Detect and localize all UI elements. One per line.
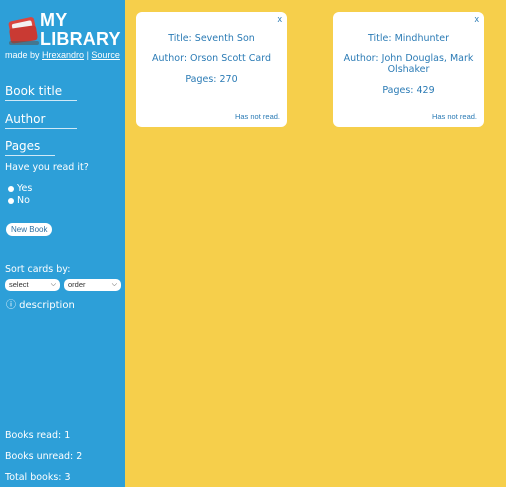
books-unread-count: Books unread: 2	[5, 451, 83, 462]
new-book-button[interactable]: New Book	[6, 223, 53, 236]
sort-order-select[interactable]: order ⌵	[64, 279, 121, 291]
pages-placeholder: Pages	[5, 139, 41, 153]
card-title: Title: Mindhunter	[367, 33, 449, 44]
book-title-underline	[5, 100, 77, 101]
read-status-toggle[interactable]: Has not read.	[235, 112, 280, 121]
close-icon[interactable]: x	[278, 14, 283, 24]
description-link[interactable]: ⓘ description	[6, 296, 75, 311]
author-link[interactable]: Hrexandro	[42, 50, 84, 60]
sort-label: Sort cards by:	[5, 264, 71, 275]
card-author: Author: Orson Scott Card	[152, 53, 271, 64]
total-books-count: Total books: 3	[5, 472, 71, 483]
book-card: x Title: Mindhunter Author: John Douglas…	[333, 12, 484, 127]
sort-order-value: order	[68, 280, 86, 289]
author-underline	[5, 128, 77, 129]
book-card: x Title: Seventh Son Author: Orson Scott…	[136, 12, 287, 127]
sidebar: MY LIBRARY made by Hrexandro | Source Bo…	[0, 0, 125, 487]
author-input[interactable]: Author	[5, 112, 77, 129]
author-placeholder: Author	[5, 112, 46, 126]
read-status-toggle[interactable]: Has not read.	[432, 112, 477, 121]
book-icon	[8, 17, 39, 45]
books-read-count: Books read: 1	[5, 430, 71, 441]
card-pages: Pages: 429	[382, 85, 435, 96]
card-author-line1: Author: John Douglas, Mark	[343, 53, 474, 64]
app-title-line1: MY	[40, 10, 68, 30]
book-title-placeholder: Book title	[5, 84, 63, 98]
radio-yes[interactable]: Yes	[8, 183, 32, 194]
app-title: MY LIBRARY	[40, 11, 121, 49]
radio-no-dot[interactable]	[8, 197, 14, 204]
pages-input[interactable]: Pages	[5, 139, 55, 156]
sort-field-value: select	[9, 280, 29, 289]
sort-field-select[interactable]: select ⌵	[5, 279, 60, 291]
card-pages: Pages: 270	[185, 74, 238, 85]
read-question-label: Have you read it?	[5, 162, 89, 173]
source-link[interactable]: Source	[91, 50, 120, 60]
card-author-line2: Olshaker	[387, 64, 430, 75]
radio-yes-label: Yes	[17, 183, 33, 194]
radio-no[interactable]: No	[8, 195, 30, 206]
radio-yes-dot[interactable]	[8, 185, 14, 192]
made-by-prefix: made by	[5, 50, 43, 60]
radio-no-label: No	[17, 195, 30, 206]
chevron-down-icon: ⌵	[50, 281, 56, 288]
app-title-line2: LIBRARY	[40, 29, 121, 49]
chevron-down-icon: ⌵	[111, 281, 117, 288]
book-title-input[interactable]: Book title	[5, 84, 77, 101]
card-title: Title: Seventh Son	[168, 33, 255, 44]
close-icon[interactable]: x	[475, 14, 480, 24]
pages-underline	[5, 155, 55, 156]
made-by-credit: made by Hrexandro | Source	[5, 50, 120, 60]
